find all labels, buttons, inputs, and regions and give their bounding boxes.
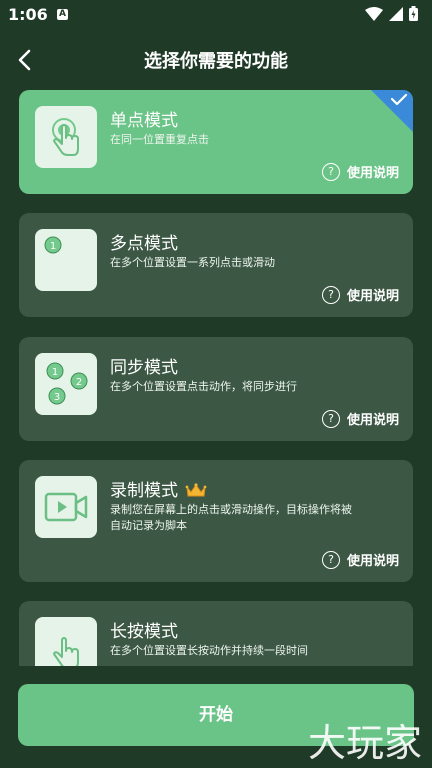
card-title: 长按模式	[110, 622, 178, 642]
marker-1-icon: 1	[44, 236, 62, 254]
question-icon: ?	[321, 162, 340, 181]
card-title: 同步模式	[110, 358, 178, 378]
signal-icon	[389, 6, 403, 21]
help-label: 使用说明	[346, 554, 399, 569]
help-label: 使用说明	[346, 166, 399, 181]
question-icon: ?	[321, 550, 340, 569]
marker-number: 3	[54, 392, 60, 403]
crown-icon	[186, 483, 207, 497]
card-description: 录制您在屏幕上的点击或滑动操作，目标操作将被自动记录为脚本	[110, 503, 352, 532]
help-label: 使用说明	[346, 413, 399, 428]
card-long-press[interactable]: 长按模式 在多个位置设置长按动作并持续一段时间	[19, 601, 413, 666]
multi-point-icon-box: 1	[35, 229, 97, 291]
sync-icon-box: 1 2 3	[35, 353, 97, 415]
question-icon: ?	[321, 285, 340, 304]
card-multi-point[interactable]: 1 多点模式 在多个位置设置一系列点击或滑动 ? 使用说明	[19, 213, 413, 317]
marker-number: 1	[50, 241, 56, 252]
marker-number: 1	[52, 367, 58, 378]
help-link[interactable]: ? 使用说明	[321, 550, 399, 569]
help-link[interactable]: ? 使用说明	[321, 162, 399, 181]
help-link[interactable]: ? 使用说明	[321, 285, 399, 304]
wifi-icon	[365, 6, 383, 21]
card-description: 在多个位置设置一系列点击或滑动	[110, 256, 275, 269]
card-title: 多点模式	[110, 234, 178, 254]
watermark: 大玩家	[307, 721, 422, 765]
status-bar: 1:06 A	[0, 0, 432, 30]
selected-check-icon	[371, 90, 413, 132]
long-press-icon-box	[35, 617, 97, 666]
card-title-text: 录制模式	[110, 481, 178, 501]
page-title: 选择你需要的功能	[144, 51, 288, 72]
card-description: 在同一位置重复点击	[110, 133, 209, 146]
card-title: 单点模式	[110, 111, 178, 131]
card-description: 在多个位置设置点击动作，将同步进行	[110, 380, 297, 393]
tap-finger-icon	[52, 118, 79, 156]
help-label: 使用说明	[346, 289, 399, 304]
video-camera-icon	[44, 492, 88, 522]
card-title: 录制模式	[110, 476, 207, 501]
card-description: 在多个位置设置长按动作并持续一段时间	[110, 644, 308, 657]
record-icon-box	[35, 476, 97, 538]
single-point-icon-box	[35, 106, 97, 168]
marker-number: 2	[76, 377, 82, 388]
card-single-point[interactable]: 单点模式 在同一位置重复点击 ? 使用说明	[19, 90, 413, 194]
sync-markers-icon: 1 2 3	[46, 362, 88, 405]
top-bar: 选择你需要的功能	[0, 38, 432, 82]
card-record[interactable]: 录制模式 录制您在屏幕上的点击或滑动操作，目标操作将被自动记录为脚本 ? 使用说…	[19, 460, 413, 582]
status-time: 1:06	[8, 5, 48, 24]
status-icons	[365, 6, 418, 21]
press-finger-icon	[53, 637, 79, 666]
question-icon: ?	[321, 409, 340, 428]
function-list[interactable]: 单点模式 在同一位置重复点击 ? 使用说明 1 多点模式 在多个位置设置一系列点…	[19, 90, 413, 666]
battery-icon	[409, 6, 418, 21]
help-link[interactable]: ? 使用说明	[321, 409, 399, 428]
notification-icon: A	[57, 9, 68, 20]
card-sync[interactable]: 1 2 3 同步模式 在多个位置设置点击动作，将同步进行 ? 使用说明	[19, 337, 413, 441]
